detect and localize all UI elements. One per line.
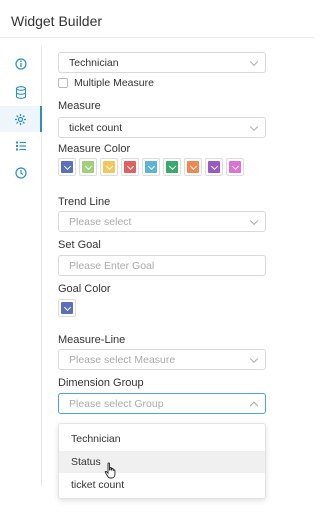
rail-item-list[interactable]	[0, 133, 42, 159]
check-icon	[124, 161, 136, 173]
measure-color-swatch-6[interactable]	[163, 158, 181, 176]
rail-item-data[interactable]	[0, 79, 42, 105]
list-icon	[16, 141, 26, 151]
measure-color-swatch-9[interactable]	[226, 158, 244, 176]
header-divider	[0, 37, 314, 38]
side-rail	[0, 46, 42, 486]
database-icon	[15, 85, 27, 99]
dropdown-option-status[interactable]: Status	[59, 451, 265, 473]
set-goal-input[interactable]: Please Enter Goal	[58, 255, 266, 276]
page-title: Widget Builder	[11, 13, 103, 29]
check-icon	[166, 161, 178, 173]
check-icon	[61, 161, 73, 173]
check-icon	[145, 161, 157, 173]
clock-icon	[15, 167, 27, 179]
check-icon	[187, 161, 199, 173]
measure-color-swatch-3[interactable]	[100, 158, 118, 176]
check-icon	[103, 161, 115, 173]
measure-line-placeholder: Please select Measure	[69, 353, 176, 366]
trend-line-placeholder: Please select	[69, 215, 132, 228]
rail-item-info[interactable]	[0, 51, 42, 77]
chevron-up-icon	[249, 401, 259, 410]
hand-cursor-icon	[104, 462, 116, 479]
measure-color-swatch-2[interactable]	[79, 158, 97, 176]
measure-color-swatch-4[interactable]	[121, 158, 139, 176]
measure-select-value: ticket count	[69, 121, 123, 134]
multiple-measure-row[interactable]: Multiple Measure	[58, 77, 154, 89]
check-icon	[61, 302, 73, 314]
dimension-group-placeholder: Please select Group	[69, 397, 164, 410]
check-icon	[229, 161, 241, 173]
set-goal-label: Set Goal	[58, 239, 101, 251]
goal-color-label: Goal Color	[58, 283, 111, 295]
dimension-group-select[interactable]: Please select Group	[58, 393, 266, 414]
measure-select[interactable]: ticket count	[58, 117, 266, 138]
measure-color-swatch-5[interactable]	[142, 158, 160, 176]
dimension-group-label: Dimension Group	[58, 377, 144, 389]
goal-color-swatch[interactable]	[58, 299, 76, 317]
measure-color-swatch-8[interactable]	[205, 158, 223, 176]
goal-color-swatch-wrap	[58, 299, 79, 317]
measure-color-label: Measure Color	[58, 143, 131, 155]
trend-line-label: Trend Line	[58, 196, 111, 208]
settings-icon	[14, 113, 26, 125]
dimension-select[interactable]: Technician	[58, 52, 266, 73]
chevron-down-icon	[249, 216, 259, 225]
multiple-measure-checkbox[interactable]	[58, 78, 68, 88]
info-icon	[15, 58, 27, 70]
check-icon	[208, 161, 220, 173]
rail-item-schedule[interactable]	[0, 160, 42, 186]
chevron-down-icon	[249, 122, 259, 131]
dropdown-option-ticket-count[interactable]: ticket count	[59, 474, 265, 496]
measure-color-swatch-1[interactable]	[58, 158, 76, 176]
dropdown-option-technician[interactable]: Technician	[59, 428, 265, 450]
measure-label: Measure	[58, 100, 101, 112]
dimension-group-dropdown: Technician Status ticket count	[58, 423, 266, 499]
trend-line-select[interactable]: Please select	[58, 211, 266, 232]
check-icon	[82, 161, 94, 173]
measure-line-select[interactable]: Please select Measure	[58, 349, 266, 370]
chevron-down-icon	[249, 354, 259, 363]
rail-item-settings[interactable]	[0, 106, 42, 132]
measure-color-swatches	[58, 158, 247, 176]
set-goal-placeholder: Please Enter Goal	[69, 259, 155, 272]
multiple-measure-label: Multiple Measure	[74, 77, 154, 89]
chevron-down-icon	[249, 57, 259, 66]
measure-line-label: Measure-Line	[58, 334, 126, 346]
dimension-select-value: Technician	[69, 56, 119, 69]
measure-color-swatch-7[interactable]	[184, 158, 202, 176]
